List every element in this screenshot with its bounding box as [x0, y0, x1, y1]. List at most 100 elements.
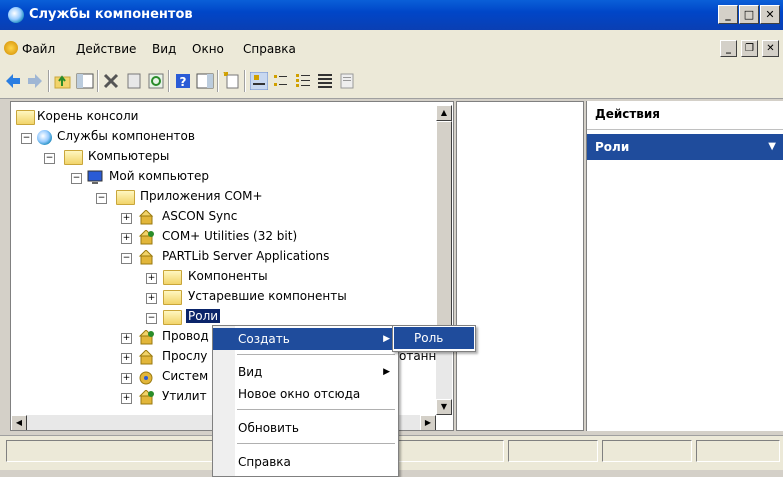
context-menu: Создать ▶ Вид ▶ Новое окно отсюда Обнови… — [212, 325, 399, 477]
folder-icon — [163, 270, 182, 285]
child-minimize-button[interactable]: _ — [720, 40, 737, 57]
actions-section-roles[interactable]: Роли ▼ — [587, 134, 783, 160]
submenu-arrow-icon: ▶ — [383, 334, 390, 344]
small-icons-icon[interactable] — [272, 72, 290, 90]
up-folder-icon[interactable] — [54, 72, 72, 90]
tree-label: Утилит — [162, 389, 207, 403]
scroll-down-icon[interactable]: ▼ — [436, 399, 452, 415]
component-services-icon — [8, 7, 24, 23]
large-icons-icon[interactable] — [250, 72, 268, 90]
tree-label: Прослу — [162, 349, 208, 363]
menu-item-label: Создать — [238, 332, 290, 346]
help-icon[interactable]: ? — [174, 72, 192, 90]
new-item-icon[interactable] — [223, 72, 241, 90]
menu-item-role[interactable]: Роль — [394, 327, 474, 349]
tree-label: Провод — [162, 329, 209, 343]
status-cell-2 — [508, 440, 598, 462]
menu-item-new-window[interactable]: Новое окно отсюда — [213, 383, 398, 405]
list-view-icon[interactable] — [294, 72, 312, 90]
tree-label-selected: Роли — [186, 309, 221, 323]
result-pane[interactable] — [456, 101, 584, 431]
expand-icon[interactable]: + — [121, 213, 132, 224]
child-restore-button[interactable]: ❐ — [741, 40, 758, 57]
menu-item-label: Справка — [238, 455, 291, 469]
expand-icon[interactable]: + — [121, 393, 132, 404]
folder-icon — [16, 110, 35, 125]
close-button[interactable]: ✕ — [760, 5, 780, 24]
menu-item-help[interactable]: Справка — [213, 451, 398, 473]
create-submenu: Роль — [392, 325, 476, 352]
folder-icon — [116, 190, 135, 205]
com-app-icon — [138, 330, 154, 345]
tree-label: Устаревшие компоненты — [188, 289, 347, 303]
collapse-icon[interactable]: − — [21, 133, 32, 144]
actions-section-label: Роли — [595, 140, 630, 154]
actions-pane: Действия Роли ▼ — [586, 101, 783, 431]
collapse-arrow-icon[interactable]: ▼ — [768, 134, 776, 160]
system-app-icon — [139, 371, 153, 385]
menu-help[interactable]: Справка — [243, 42, 296, 56]
forward-arrow-icon[interactable] — [26, 72, 44, 90]
menu-file[interactable]: Файл — [22, 42, 55, 56]
menu-view[interactable]: Вид — [152, 42, 176, 56]
collapse-icon[interactable]: − — [146, 313, 157, 324]
expand-icon[interactable]: + — [121, 373, 132, 384]
menu-item-view[interactable]: Вид ▶ — [213, 361, 398, 383]
computer-icon — [87, 170, 103, 184]
com-app-icon — [138, 390, 154, 405]
delete-icon[interactable] — [102, 72, 120, 90]
tree-label: Систем — [162, 369, 209, 383]
tree-label: Приложения COM+ — [140, 189, 263, 203]
collapse-icon[interactable]: − — [121, 253, 132, 264]
properties-icon[interactable] — [125, 72, 143, 90]
export-list-icon[interactable] — [338, 72, 356, 90]
menu-item-create[interactable]: Создать ▶ — [213, 328, 398, 350]
title-bar: Службы компонентов _ □ ✕ — [0, 0, 783, 30]
tree-label: COM+ Utilities (32 bit) — [162, 229, 298, 243]
menu-item-label: Новое окно отсюда — [238, 387, 361, 401]
minimize-button[interactable]: _ — [718, 5, 738, 24]
scroll-right-icon[interactable]: ▶ — [420, 415, 436, 430]
tree-label: ASCON Sync — [162, 209, 238, 223]
tree-vertical-scrollbar[interactable]: ▲ ▼ — [436, 105, 452, 415]
menu-item-label: Вид — [238, 365, 263, 379]
menu-item-label: Роль — [414, 331, 444, 345]
status-cell-4 — [696, 440, 780, 462]
component-services-icon — [37, 130, 52, 145]
tree-label: PARTLib Server Applications — [162, 249, 330, 263]
status-cell-3 — [602, 440, 692, 462]
back-arrow-icon[interactable] — [4, 72, 22, 90]
scroll-up-icon[interactable]: ▲ — [436, 105, 452, 121]
tree-label: Службы компонентов — [57, 129, 195, 143]
expand-icon[interactable]: + — [121, 233, 132, 244]
scroll-left-icon[interactable]: ◀ — [11, 415, 27, 430]
toolbar: ? — [0, 64, 783, 99]
expand-icon[interactable]: + — [146, 273, 157, 284]
com-app-icon — [138, 230, 154, 245]
folder-icon — [163, 310, 182, 325]
expand-icon[interactable]: + — [121, 333, 132, 344]
tree-label: Корень консоли — [37, 109, 139, 123]
collapse-icon[interactable]: − — [71, 173, 82, 184]
com-app-icon — [138, 350, 154, 365]
console-icon[interactable] — [4, 41, 18, 55]
details-view-icon[interactable] — [316, 72, 334, 90]
action-pane-icon[interactable] — [196, 72, 214, 90]
tree-label: Компьютеры — [88, 149, 170, 163]
submenu-arrow-icon: ▶ — [383, 367, 390, 377]
actions-header: Действия — [587, 101, 783, 130]
refresh-icon[interactable] — [147, 72, 165, 90]
menu-window[interactable]: Окно — [192, 42, 224, 56]
child-close-button[interactable]: ✕ — [762, 40, 779, 57]
show-hide-tree-icon[interactable] — [76, 72, 94, 90]
maximize-button[interactable]: □ — [739, 5, 759, 24]
expand-icon[interactable]: + — [121, 353, 132, 364]
folder-icon — [64, 150, 83, 165]
scrollbar-thumb[interactable] — [436, 121, 452, 326]
expand-icon[interactable]: + — [146, 293, 157, 304]
tree-label: Мой компьютер — [109, 169, 209, 183]
collapse-icon[interactable]: − — [44, 153, 55, 164]
menu-action[interactable]: Действие — [76, 42, 136, 56]
menu-item-refresh[interactable]: Обновить — [213, 417, 398, 439]
collapse-icon[interactable]: − — [96, 193, 107, 204]
